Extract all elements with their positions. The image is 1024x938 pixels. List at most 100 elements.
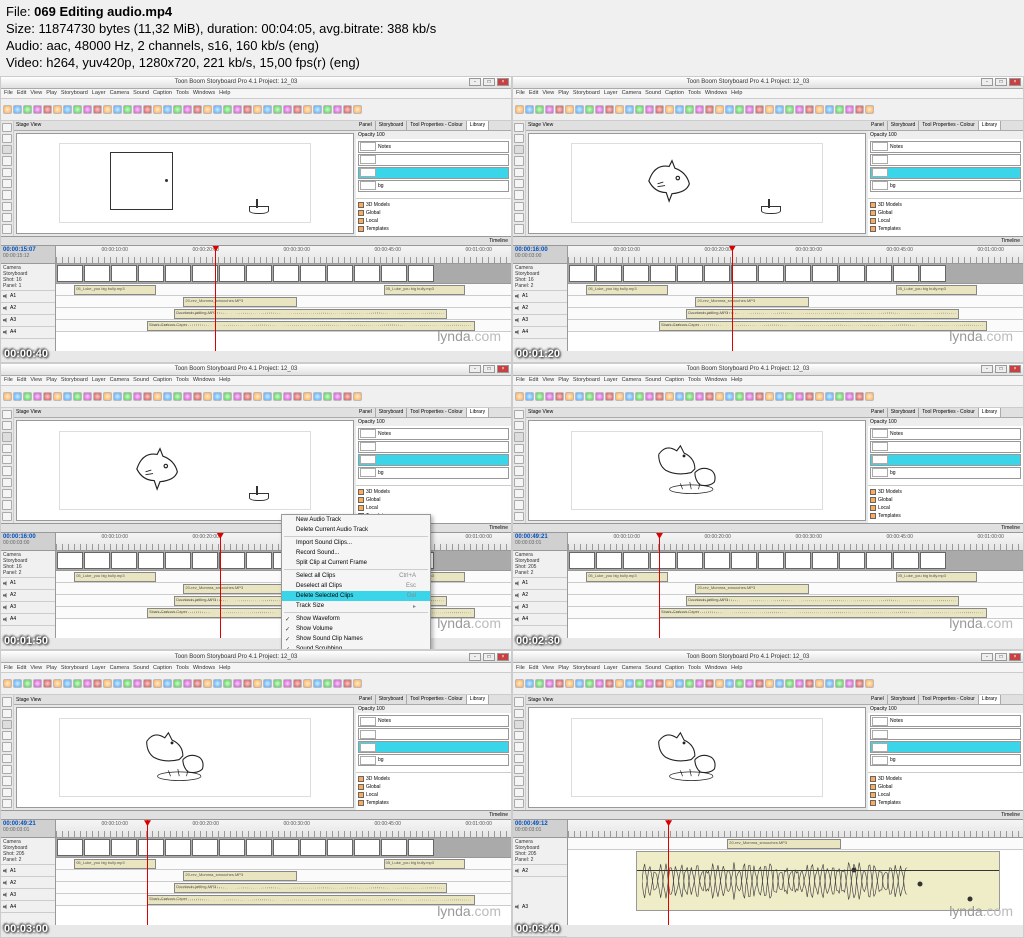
layer-row[interactable] bbox=[870, 454, 1021, 466]
library-item[interactable]: Templates bbox=[358, 799, 509, 807]
layer-row[interactable]: bg bbox=[358, 754, 509, 766]
layer-row[interactable] bbox=[358, 154, 509, 166]
panel-thumbnail[interactable] bbox=[866, 552, 892, 569]
toolbar-button[interactable] bbox=[43, 392, 52, 401]
toolbar-button[interactable] bbox=[865, 679, 874, 688]
timeline-ruler[interactable]: 00:00:10:0000:00:20:0000:00:30:0000:00:4… bbox=[56, 820, 511, 838]
toolbar-button[interactable] bbox=[233, 105, 242, 114]
toolbar-button[interactable] bbox=[163, 392, 172, 401]
toolbar-button[interactable] bbox=[13, 105, 22, 114]
panel-thumbnail[interactable] bbox=[623, 552, 649, 569]
menu-layer[interactable]: Layer bbox=[604, 90, 618, 96]
layer-row[interactable]: Notes bbox=[870, 428, 1021, 440]
stage-canvas[interactable] bbox=[16, 420, 354, 521]
tool-button[interactable] bbox=[2, 190, 12, 199]
layer-row[interactable]: bg bbox=[358, 467, 509, 479]
audio-row-a1[interactable]: 05_Luke_you big bully.mp305_Luke_you big… bbox=[568, 284, 1023, 296]
library-item[interactable]: Local bbox=[870, 504, 1021, 512]
audio-track-header[interactable]: A4 bbox=[513, 327, 567, 339]
panel-thumbnail[interactable] bbox=[165, 839, 191, 856]
toolbar-button[interactable] bbox=[835, 105, 844, 114]
toolbar-button[interactable] bbox=[173, 392, 182, 401]
tool-button[interactable] bbox=[514, 432, 524, 441]
toolbar-button[interactable] bbox=[685, 392, 694, 401]
menu-camera[interactable]: Camera bbox=[110, 377, 130, 383]
toolbar-button[interactable] bbox=[83, 679, 92, 688]
toolbar-button[interactable] bbox=[825, 105, 834, 114]
panel-thumbnail[interactable] bbox=[408, 839, 434, 856]
toolbar-button[interactable] bbox=[303, 105, 312, 114]
audio-track-header[interactable]: A4 bbox=[1, 901, 55, 913]
audio-clip-expanded[interactable] bbox=[636, 851, 1000, 911]
menu-file[interactable]: File bbox=[4, 377, 13, 383]
tool-button[interactable] bbox=[514, 168, 524, 177]
tool-button[interactable] bbox=[2, 799, 12, 808]
panel-thumbnail[interactable] bbox=[246, 839, 272, 856]
timeline-ruler[interactable]: 00:00:10:0000:00:20:0000:00:30:0000:00:4… bbox=[568, 533, 1023, 551]
library-item[interactable]: 3D Models bbox=[870, 201, 1021, 209]
panel-thumbnail[interactable] bbox=[677, 552, 703, 569]
tool-button[interactable] bbox=[514, 213, 524, 222]
menu-view[interactable]: View bbox=[30, 90, 42, 96]
panel-thumbnail[interactable] bbox=[758, 265, 784, 282]
library-item[interactable]: Global bbox=[870, 783, 1021, 791]
toolbar-button[interactable] bbox=[73, 105, 82, 114]
panel-thumbnail[interactable] bbox=[138, 265, 164, 282]
panel-tab[interactable]: Panel bbox=[356, 408, 376, 417]
toolbar-button[interactable] bbox=[203, 392, 212, 401]
menu-windows[interactable]: Windows bbox=[705, 90, 727, 96]
toolbar-button[interactable] bbox=[855, 105, 864, 114]
layer-row[interactable] bbox=[870, 441, 1021, 453]
layer-row[interactable]: Notes bbox=[870, 141, 1021, 153]
toolbar-button[interactable] bbox=[595, 392, 604, 401]
envelope-point[interactable] bbox=[917, 882, 922, 887]
toolbar-button[interactable] bbox=[775, 679, 784, 688]
menu-view[interactable]: View bbox=[542, 665, 554, 671]
panel-thumbnail[interactable] bbox=[812, 552, 838, 569]
panel-tab[interactable]: Library bbox=[467, 408, 489, 417]
toolbar-button[interactable] bbox=[825, 679, 834, 688]
toolbar-button[interactable] bbox=[785, 679, 794, 688]
panel-thumbnail[interactable] bbox=[111, 265, 137, 282]
tool-button[interactable] bbox=[2, 421, 12, 430]
menu-storyboard[interactable]: Storyboard bbox=[61, 90, 88, 96]
tool-button[interactable] bbox=[2, 213, 12, 222]
menu-edit[interactable]: Edit bbox=[17, 377, 26, 383]
toolbar-button[interactable] bbox=[193, 392, 202, 401]
storyboard-track[interactable] bbox=[56, 838, 511, 858]
layer-row[interactable] bbox=[358, 167, 509, 179]
panel-tab[interactable]: Storyboard bbox=[888, 695, 919, 704]
audio-track-header[interactable]: A3 bbox=[513, 315, 567, 327]
playhead[interactable] bbox=[668, 820, 669, 925]
panel-tab[interactable]: Panel bbox=[356, 121, 376, 130]
toolbar-button[interactable] bbox=[735, 105, 744, 114]
toolbar-button[interactable] bbox=[293, 392, 302, 401]
menu-item[interactable]: Show Volume bbox=[282, 624, 430, 634]
panel-tab[interactable]: Panel bbox=[356, 695, 376, 704]
toolbar-button[interactable] bbox=[705, 392, 714, 401]
toolbar-button[interactable] bbox=[515, 392, 524, 401]
tool-button[interactable] bbox=[514, 754, 524, 763]
panel-thumbnail[interactable] bbox=[57, 552, 83, 569]
toolbar-button[interactable] bbox=[735, 392, 744, 401]
toolbar-button[interactable] bbox=[353, 105, 362, 114]
toolbar-button[interactable] bbox=[243, 679, 252, 688]
tool-button[interactable] bbox=[514, 788, 524, 797]
menu-play[interactable]: Play bbox=[46, 665, 57, 671]
toolbar-button[interactable] bbox=[535, 105, 544, 114]
toolbar-button[interactable] bbox=[43, 679, 52, 688]
layer-row[interactable]: Notes bbox=[358, 428, 509, 440]
menu-item[interactable]: Deselect all ClipsEsc bbox=[282, 581, 430, 591]
toolbar-button[interactable] bbox=[605, 392, 614, 401]
panel-thumbnail[interactable] bbox=[138, 552, 164, 569]
tool-button[interactable] bbox=[2, 709, 12, 718]
panel-thumbnail[interactable] bbox=[138, 839, 164, 856]
toolbar-button[interactable] bbox=[735, 679, 744, 688]
toolbar-button[interactable] bbox=[665, 392, 674, 401]
layer-row[interactable] bbox=[358, 441, 509, 453]
audio-track-header[interactable]: A2 bbox=[1, 303, 55, 315]
toolbar-button[interactable] bbox=[625, 679, 634, 688]
panel-tab[interactable]: Storyboard bbox=[376, 408, 407, 417]
audio-row-a2[interactable]: 20-rev_Momma_smooches.MP3 bbox=[56, 870, 511, 882]
panel-tab[interactable]: Tool Properties - Colour bbox=[407, 121, 467, 130]
